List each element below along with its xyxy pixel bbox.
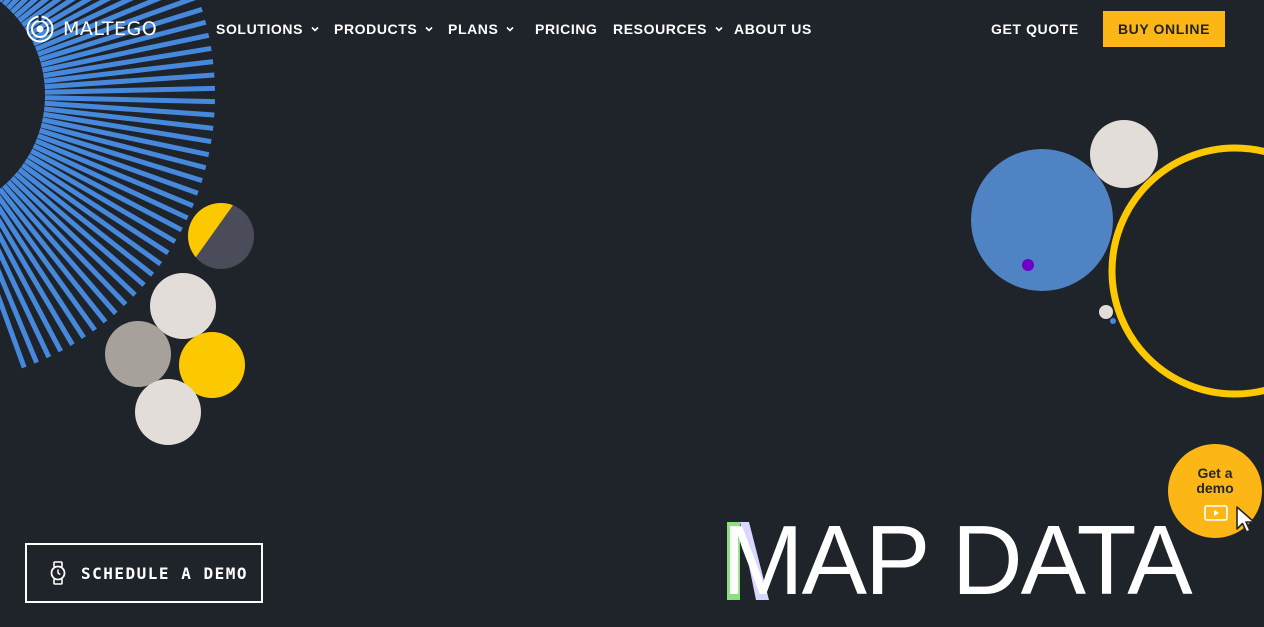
tiny-blue-dot (1110, 318, 1116, 324)
half-circle-badge (188, 203, 254, 269)
tiny-gray-dot (1099, 305, 1113, 319)
get-quote-link[interactable]: GET QUOTE (991, 18, 1079, 40)
schedule-demo-button[interactable]: SCHEDULE A DEMO (25, 543, 263, 603)
maltego-logo-icon (26, 15, 54, 43)
nav-label: PRICING (535, 21, 598, 37)
nav-label: ABOUT US (734, 21, 812, 37)
nav-label: RESOURCES (613, 21, 708, 37)
hero-headline: MAP DATA (722, 505, 1193, 615)
buy-online-button[interactable]: BUY ONLINE (1103, 11, 1225, 47)
nav-item-pricing[interactable]: PRICING (535, 18, 598, 40)
nav-label: PRODUCTS (334, 21, 418, 37)
large-blue-circle (971, 149, 1113, 291)
brand-name: MALTEGO (63, 18, 158, 40)
nav-item-resources[interactable]: RESOURCES (613, 18, 723, 40)
chevron-down-icon (715, 26, 723, 32)
nav-item-products[interactable]: PRODUCTS (334, 18, 433, 40)
ray (44, 85, 215, 95)
nav-label: PLANS (448, 21, 499, 37)
cursor-arrow-icon (1236, 506, 1255, 533)
chevron-down-icon (311, 26, 319, 32)
chevron-down-icon (506, 26, 515, 32)
chevron-down-icon (425, 26, 433, 32)
demo-bubble-line: demo (1196, 480, 1234, 496)
gray-circle-top (150, 273, 216, 339)
schedule-demo-label: SCHEDULE A DEMO (81, 563, 248, 583)
nav-item-plans[interactable]: PLANS (448, 18, 515, 40)
gray-circle-bottom (135, 379, 201, 445)
stopwatch-icon (50, 561, 66, 585)
gray-circle-small (1090, 120, 1158, 188)
nav-label: SOLUTIONS (216, 21, 304, 37)
maltego-logo[interactable]: MALTEGO (26, 14, 157, 44)
play-icon (1204, 505, 1228, 521)
ray (44, 95, 215, 105)
nav-item-solutions[interactable]: SOLUTIONS (216, 18, 319, 40)
warm-gray-circle (105, 321, 171, 387)
purple-dot (1022, 259, 1034, 271)
demo-bubble-line: Get a (1197, 465, 1233, 481)
nav-item-about-us[interactable]: ABOUT US (734, 18, 812, 40)
